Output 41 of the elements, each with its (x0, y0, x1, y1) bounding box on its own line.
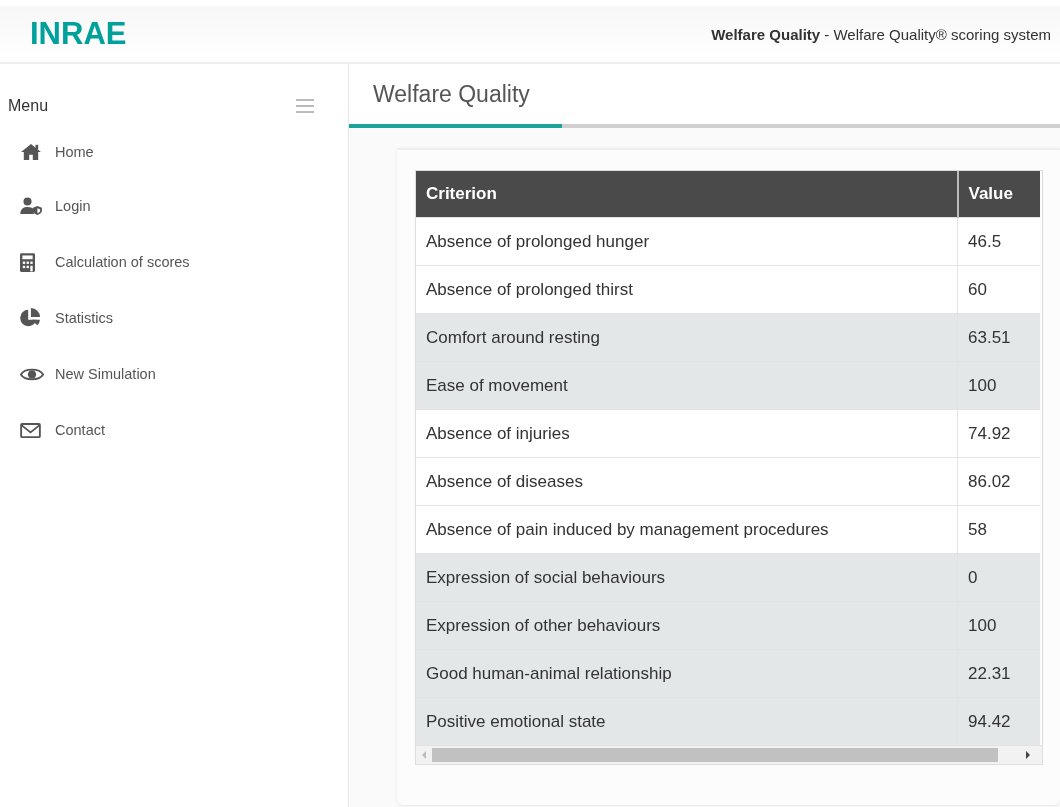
page-title: Welfare Quality (373, 80, 530, 108)
horizontal-scrollbar[interactable] (416, 745, 1042, 764)
table-cell: 100 (957, 361, 1040, 410)
table-cell: 94.42 (957, 697, 1040, 745)
envelope-icon (20, 422, 41, 438)
menu-icon[interactable] (296, 99, 314, 113)
site-title: Welfare Quality - Welfare Quality® scoring system (711, 25, 1051, 43)
user-shield-icon (20, 197, 44, 215)
pie-chart-icon (20, 308, 40, 328)
column-header: Criterion (416, 171, 958, 218)
table-cell: 46.5 (957, 217, 1040, 266)
table-cell: 0 (957, 553, 1040, 602)
table-cell: 100 (957, 601, 1040, 650)
table-cell: Good human-animal relationship (416, 649, 958, 698)
table-cell: 74.92 (957, 409, 1040, 458)
nav-item[interactable]: Home (0, 126, 348, 178)
table-cell: 22.31 (957, 649, 1040, 698)
table-cell: Absence of prolonged hunger (416, 217, 958, 266)
table-cell: 63.51 (957, 313, 1040, 362)
table-cell: Absence of diseases (416, 457, 958, 506)
eye-icon (20, 366, 44, 382)
calculator-icon (20, 252, 35, 272)
table-cell: 60 (957, 265, 1040, 314)
column-header: Value (957, 171, 1040, 218)
table-cell: Absence of prolonged thirst (416, 265, 958, 314)
nav-item[interactable]: Contact (0, 402, 348, 458)
table-cell: Expression of social behaviours (416, 553, 958, 602)
table-cell: 86.02 (957, 457, 1040, 506)
table-cell: Absence of pain induced by management procedures (416, 505, 958, 554)
table-cell: Positive emotional state (416, 697, 958, 745)
table-cell: Ease of movement (416, 361, 958, 410)
menu-title: Menu (8, 97, 49, 115)
nav-item[interactable]: New Simulation (0, 346, 348, 402)
nav-item[interactable]: Statistics (0, 290, 348, 346)
home-icon (20, 143, 42, 161)
nav-item[interactable]: Login (0, 178, 348, 234)
table-cell: Expression of other behaviours (416, 601, 958, 650)
nav-item[interactable]: Calculation of scores (0, 234, 348, 290)
table-cell: Absence of injuries (416, 409, 958, 458)
table-cell: Comfort around resting (416, 313, 958, 362)
table-cell: 58 (957, 505, 1040, 554)
